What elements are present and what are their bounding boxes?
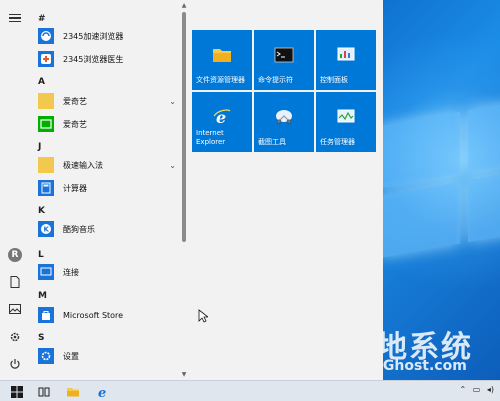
app-item-2345-browser[interactable]: 2345加速浏览器 bbox=[34, 25, 178, 47]
file-explorer-icon[interactable] bbox=[62, 383, 84, 400]
scroll-thumb[interactable] bbox=[182, 12, 186, 242]
folder-icon bbox=[38, 157, 54, 173]
tile-label: Internet Explorer bbox=[196, 129, 225, 147]
app-list: # 2345加速浏览器 2345浏览器医生 A 爱奇艺 ⌄ 爱奇艺 J 极速输入… bbox=[30, 0, 178, 380]
svg-text:K: K bbox=[44, 226, 50, 234]
app-label: 计算器 bbox=[63, 183, 87, 193]
kugou-icon: K bbox=[38, 221, 54, 237]
group-letter[interactable]: M bbox=[38, 291, 47, 301]
chevron-down-icon[interactable]: ⌄ bbox=[169, 97, 176, 106]
group-letter[interactable]: A bbox=[38, 77, 45, 87]
system-tray[interactable]: ⌃ ▭ ◂) bbox=[460, 385, 495, 394]
hamburger-icon[interactable] bbox=[5, 8, 25, 28]
browser-2345-icon bbox=[38, 28, 54, 44]
app-item-connect[interactable]: 连接 bbox=[34, 261, 178, 283]
tile-label: 命令提示符 bbox=[258, 76, 293, 84]
tile-label: 文件资源管理器 bbox=[196, 76, 245, 84]
app-item-kugou[interactable]: K 酷狗音乐 bbox=[34, 218, 178, 240]
tile-label: 任务管理器 bbox=[320, 138, 355, 146]
app-label: 极速输入法 bbox=[63, 160, 103, 170]
gear-icon[interactable] bbox=[5, 327, 25, 347]
file-explorer-icon bbox=[213, 49, 231, 62]
scroll-up-icon[interactable]: ▲ bbox=[180, 0, 188, 10]
tray-arrow-icon[interactable]: ⌃ bbox=[460, 385, 467, 394]
svg-text:e: e bbox=[98, 386, 106, 399]
app-label: 酷狗音乐 bbox=[63, 224, 95, 234]
calculator-icon bbox=[38, 180, 54, 196]
browser-doctor-icon bbox=[38, 51, 54, 67]
group-letter[interactable]: L bbox=[38, 250, 44, 260]
group-letter[interactable]: J bbox=[38, 142, 41, 152]
app-label: 爱奇艺 bbox=[63, 96, 87, 106]
tile-file-explorer[interactable]: 文件资源管理器 bbox=[192, 30, 252, 90]
tile-label-line2: Explorer bbox=[196, 138, 226, 146]
app-label: 2345加速浏览器 bbox=[63, 31, 124, 41]
start-menu: R # 2345加速浏览器 2345浏览器医生 A 爱奇艺 ⌄ 爱奇艺 J 极速… bbox=[0, 0, 383, 380]
tile-label: 截图工具 bbox=[258, 138, 286, 146]
app-item-microsoft-store[interactable]: Microsoft Store bbox=[34, 304, 178, 326]
document-icon[interactable] bbox=[5, 272, 25, 292]
group-letter[interactable]: # bbox=[38, 14, 46, 24]
network-icon[interactable]: ▭ bbox=[473, 385, 481, 394]
app-list-scrollbar[interactable]: ▲ ▼ bbox=[180, 0, 188, 380]
gear-icon bbox=[38, 348, 54, 364]
tile-snipping-tool[interactable]: 截图工具 bbox=[254, 92, 314, 152]
pictures-icon[interactable] bbox=[5, 299, 25, 319]
app-label: 连接 bbox=[63, 267, 79, 277]
tile-label: 控制面板 bbox=[320, 76, 348, 84]
store-icon bbox=[38, 307, 54, 323]
app-label: 2345浏览器医生 bbox=[63, 54, 124, 64]
taskbar: e ⌃ ▭ ◂) bbox=[0, 380, 500, 401]
app-label: 爱奇艺 bbox=[63, 119, 87, 129]
connect-icon bbox=[38, 264, 54, 280]
snipping-tool-icon bbox=[276, 110, 292, 125]
app-item-settings[interactable]: 设置 bbox=[34, 345, 178, 367]
avatar[interactable]: R bbox=[8, 248, 22, 262]
volume-icon[interactable]: ◂) bbox=[487, 385, 494, 394]
task-manager-icon bbox=[337, 109, 355, 123]
task-view-icon[interactable] bbox=[33, 383, 55, 400]
mouse-cursor-icon bbox=[198, 309, 208, 323]
control-panel-icon bbox=[337, 47, 355, 61]
app-item-calculator[interactable]: 计算器 bbox=[34, 177, 178, 199]
app-label: 设置 bbox=[63, 351, 79, 361]
tile-task-manager[interactable]: 任务管理器 bbox=[316, 92, 376, 152]
tile-control-panel[interactable]: 控制面板 bbox=[316, 30, 376, 90]
app-item-2345-doctor[interactable]: 2345浏览器医生 bbox=[34, 48, 178, 70]
group-letter[interactable]: K bbox=[38, 206, 45, 216]
app-label: Microsoft Store bbox=[63, 310, 124, 320]
chevron-down-icon[interactable]: ⌄ bbox=[169, 161, 176, 170]
app-item-input-method-folder[interactable]: 极速输入法 ⌄ bbox=[34, 154, 178, 176]
app-item-iqiyi-folder[interactable]: 爱奇艺 ⌄ bbox=[34, 90, 178, 112]
power-icon[interactable] bbox=[5, 354, 25, 374]
group-letter[interactable]: S bbox=[38, 333, 44, 343]
edge-icon[interactable]: e bbox=[92, 383, 114, 400]
iqiyi-icon bbox=[38, 116, 54, 132]
app-item-iqiyi[interactable]: 爱奇艺 bbox=[34, 113, 178, 135]
start-windows-icon[interactable] bbox=[6, 383, 28, 400]
command-prompt-icon bbox=[274, 47, 294, 63]
tile-label-line1: Internet bbox=[196, 129, 224, 137]
scroll-down-icon[interactable]: ▼ bbox=[180, 369, 188, 379]
internet-explorer-icon: e bbox=[213, 108, 231, 126]
tile-command-prompt[interactable]: 命令提示符 bbox=[254, 30, 314, 90]
start-rail: R bbox=[0, 0, 30, 380]
folder-icon bbox=[38, 93, 54, 109]
tile-internet-explorer[interactable]: e Internet Explorer bbox=[192, 92, 252, 152]
